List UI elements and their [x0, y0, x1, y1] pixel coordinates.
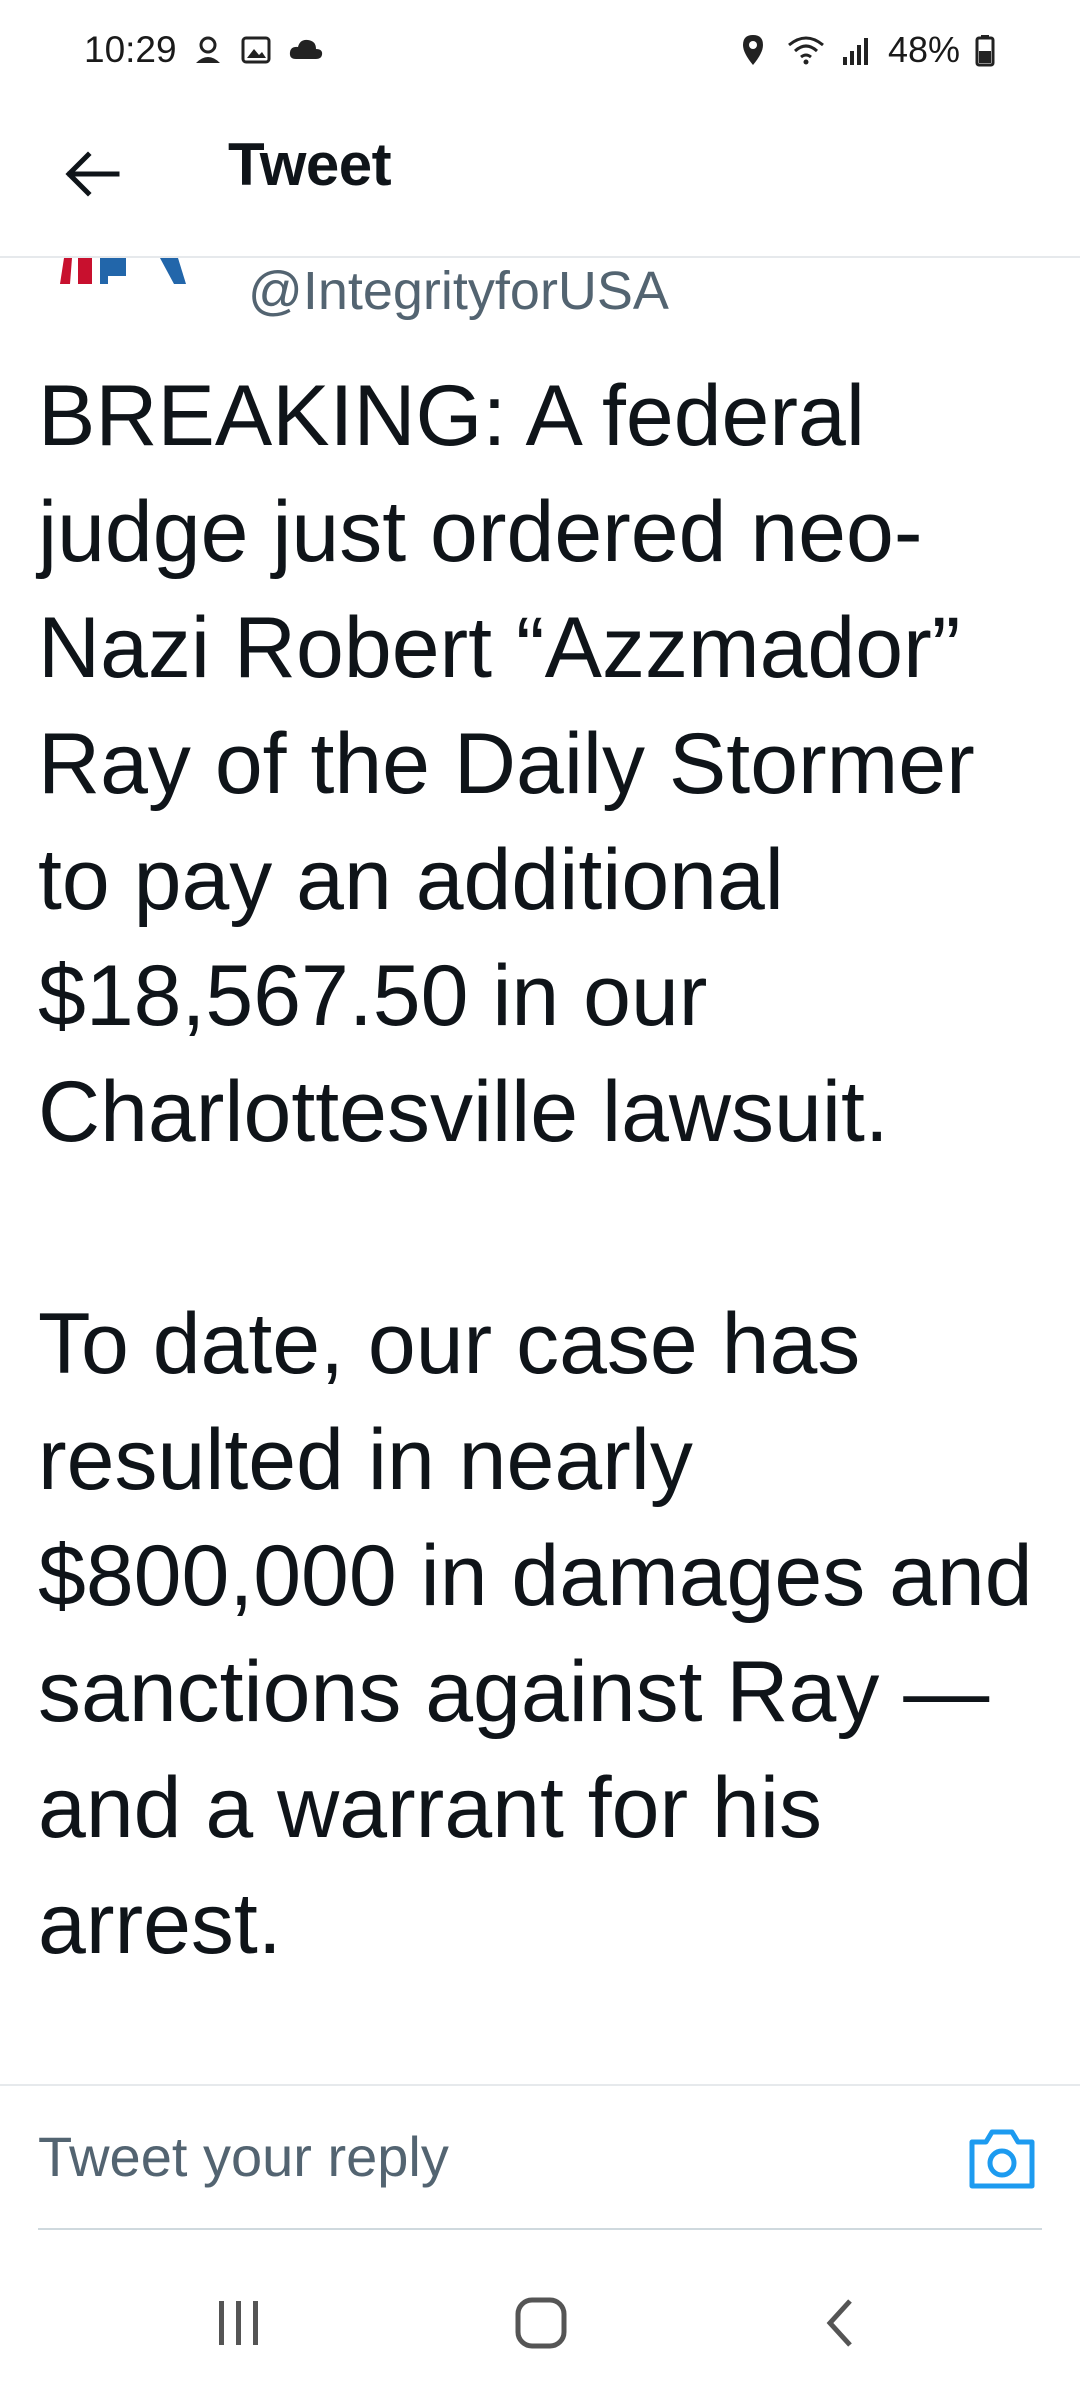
recents-icon: [219, 2301, 258, 2345]
arrow-left-icon: [65, 151, 120, 197]
wifi-icon: [786, 33, 826, 67]
status-right: 48%: [738, 29, 996, 71]
chevron-left-icon: [826, 2299, 852, 2347]
cloud-icon: [287, 33, 322, 67]
reply-bar: Tweet your reply: [0, 2084, 1080, 2230]
page-title: Tweet: [228, 131, 392, 198]
signal-icon: [840, 33, 874, 67]
status-bar: 10:29 48%: [0, 0, 1080, 100]
tweet-text: BREAKING: A federal judge just ordered n…: [38, 368, 1033, 1972]
location-icon: [738, 33, 772, 67]
author-handle[interactable]: @IntegrityforUSA: [248, 260, 669, 322]
camera-icon: [969, 2129, 1035, 2189]
image-icon: [239, 33, 273, 67]
status-left: 10:29: [84, 29, 322, 71]
back-button[interactable]: [52, 134, 132, 214]
recents-button[interactable]: [194, 2278, 284, 2368]
back-nav-button[interactable]: [796, 2278, 886, 2368]
tweet-detail: @IntegrityforUSA BREAKING: A federal jud…: [0, 258, 1080, 2084]
avatar[interactable]: [56, 258, 196, 284]
account-icon: [191, 33, 225, 67]
home-button[interactable]: [496, 2278, 586, 2368]
battery-icon: [974, 33, 996, 67]
status-time: 10:29: [84, 29, 177, 70]
home-icon: [515, 2297, 567, 2349]
header: Tweet: [0, 100, 1080, 258]
navigation-bar: [0, 2228, 1080, 2400]
reply-input[interactable]: Tweet your reply: [38, 2124, 449, 2189]
camera-button[interactable]: [966, 2126, 1038, 2192]
battery-text: 48%: [887, 29, 960, 70]
